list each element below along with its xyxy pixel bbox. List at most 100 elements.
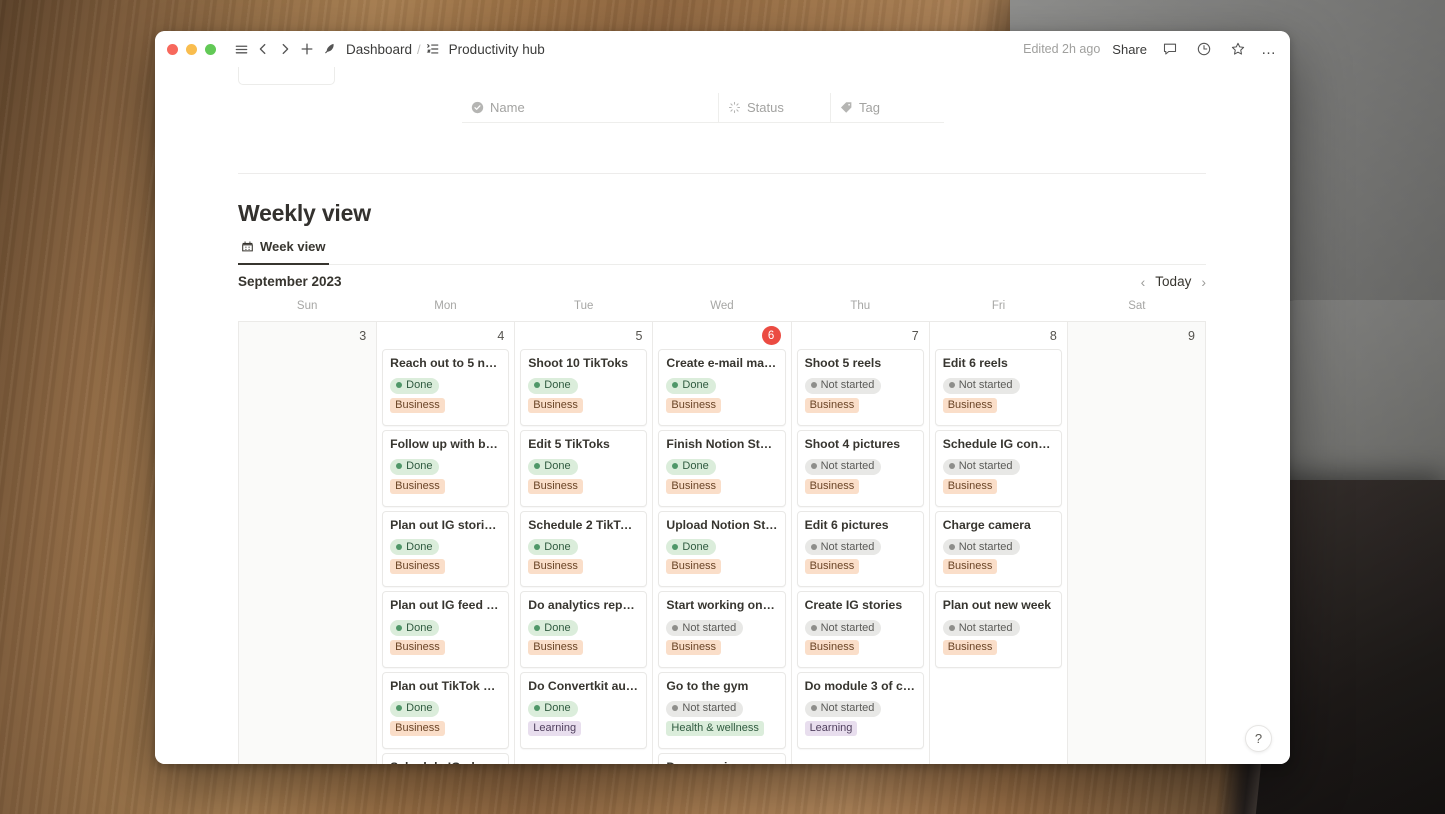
- task-title: Plan out TikTok co…: [390, 679, 502, 693]
- clock-icon[interactable]: [1193, 38, 1215, 60]
- task-card[interactable]: Plan out IG storie… Done Business: [382, 510, 510, 588]
- back-chevron-left-icon[interactable]: [252, 38, 274, 60]
- calendar-day-column-mon[interactable]: 4 Reach out to 5 ne… Done Business Follow up…: [377, 322, 516, 764]
- star-icon[interactable]: [1227, 38, 1249, 60]
- status-label: Done: [406, 379, 433, 392]
- status-dot-icon: [534, 705, 541, 712]
- column-header-name-label: Name: [490, 100, 525, 115]
- task-card[interactable]: Shoot 4 pictures Not started Business: [796, 429, 924, 507]
- task-card[interactable]: Shoot 5 reels Not started Business: [796, 349, 924, 426]
- status-label: Not started: [820, 621, 875, 634]
- task-card-list: Create e-mail mar… Done Business Finish Not…: [653, 349, 790, 764]
- task-card-list: Shoot 10 TikToks Done Business Edit 5 TikTo…: [515, 349, 652, 749]
- page-content: Name Status Tag Weekly view Week view Se…: [155, 67, 1290, 764]
- status-badge: Done: [390, 620, 440, 636]
- task-card[interactable]: Create IG stories Not started Business: [796, 591, 924, 668]
- calendar-day-column-tue[interactable]: 5 Shoot 10 TikToks Done Business Edit 5 TikT…: [515, 322, 654, 764]
- calendar-day-column-thu[interactable]: 7 Shoot 5 reels Not started Business Shoot 4…: [791, 322, 930, 764]
- tab-week-view[interactable]: Week view: [238, 239, 329, 265]
- status-dot-icon: [396, 543, 403, 550]
- task-title: Plan out IG feed c…: [390, 598, 502, 613]
- column-header-name[interactable]: Name: [462, 93, 719, 122]
- status-label: Done: [406, 621, 433, 634]
- share-button[interactable]: Share: [1112, 42, 1147, 57]
- previous-week-button[interactable]: ‹: [1141, 275, 1146, 289]
- feather-icon[interactable]: [318, 38, 340, 60]
- tag-badge: Business: [666, 478, 722, 494]
- column-header-tag[interactable]: Tag: [831, 93, 944, 122]
- task-card[interactable]: Edit 6 reels Not started Business: [934, 349, 1062, 426]
- status-badge: Done: [666, 539, 716, 556]
- maximize-window-button[interactable]: [205, 43, 216, 55]
- status-label: Done: [682, 540, 709, 553]
- status-badge: Done: [666, 458, 716, 475]
- help-button[interactable]: ?: [1245, 725, 1272, 752]
- status-label: Done: [406, 540, 433, 553]
- status-badge: Done: [528, 539, 578, 556]
- task-card[interactable]: Schedule 2 TikToks Done Business: [520, 510, 648, 588]
- status-dot-icon: [672, 382, 679, 389]
- task-card[interactable]: Do groceriesNot startedHousehold: [658, 752, 786, 764]
- task-card[interactable]: Reach out to 5 ne… Done Business: [382, 349, 510, 426]
- tag-badge: Business: [804, 478, 860, 494]
- tag-badge: Business: [942, 478, 998, 494]
- day-number: 7: [911, 328, 919, 343]
- next-week-button[interactable]: ›: [1201, 275, 1206, 289]
- task-card[interactable]: Edit 5 TikToks Done Business: [520, 429, 648, 507]
- plus-icon[interactable]: [296, 38, 318, 60]
- calendar-week-grid: 3 4 Reach out to 5 ne… Done Business Follow u…: [238, 321, 1206, 764]
- task-card[interactable]: Go to the gym Not started Health & wellnes…: [658, 672, 786, 749]
- task-card[interactable]: Upload Notion Sta… Done Business: [658, 510, 786, 588]
- forward-chevron-right-icon[interactable]: [274, 38, 296, 60]
- task-title: Do module 3 of co…: [804, 679, 916, 693]
- task-title: Do Convertkit aut…: [528, 679, 640, 693]
- tag-row: Business: [390, 640, 501, 660]
- hamburger-icon[interactable]: [230, 38, 252, 60]
- day-of-week-thu: Thu: [850, 300, 871, 312]
- more-horizontal-icon[interactable]: …: [1261, 42, 1277, 57]
- task-card[interactable]: Charge camera Not started Business: [934, 510, 1062, 588]
- status-badge: Not started: [666, 700, 744, 717]
- task-card[interactable]: Plan out new week Not started Business: [934, 591, 1062, 668]
- task-card[interactable]: Shoot 10 TikToks Done Business: [520, 349, 648, 426]
- traffic-lights: [167, 43, 216, 55]
- today-button[interactable]: Today: [1155, 274, 1191, 289]
- calendar-day-column-sat[interactable]: 9: [1067, 322, 1206, 764]
- section-divider: [238, 173, 1206, 174]
- comment-icon[interactable]: [1159, 38, 1181, 60]
- task-card[interactable]: Plan out TikTok co… Done Business: [382, 672, 510, 749]
- task-title: Plan out IG storie…: [390, 517, 502, 532]
- task-card[interactable]: Do module 3 of co… Not started Learning: [796, 672, 924, 749]
- calendar-day-column-wed[interactable]: 6 Create e-mail mar… Done Business Finish No…: [653, 322, 792, 764]
- task-card[interactable]: Start working on … Not started Business: [658, 591, 786, 668]
- task-card[interactable]: Edit 6 pictures Not started Business: [796, 510, 924, 588]
- task-card[interactable]: Create e-mail mar… Done Business: [658, 349, 786, 426]
- task-card[interactable]: Do analytics repor… Done Business: [520, 591, 648, 668]
- status-label: Done: [544, 379, 571, 392]
- status-label: Done: [682, 460, 709, 472]
- tag-badge: Business: [942, 559, 998, 575]
- desk-background: Dashboard / Productivity hub Edited 2h a…: [0, 0, 1445, 814]
- task-card[interactable]: Schedule IG phot…DoneBusiness: [382, 752, 510, 764]
- task-title: Plan out new week: [942, 598, 1052, 613]
- calendar-day-column-sun[interactable]: 3: [239, 322, 378, 764]
- tag-row: Business: [666, 640, 777, 660]
- tag-badge: Learning: [804, 720, 858, 736]
- task-card[interactable]: Finish Notion Star… Done Business: [658, 429, 786, 507]
- task-card[interactable]: Plan out IG feed c… Done Business: [382, 591, 510, 668]
- breadcrumb-root[interactable]: Dashboard: [346, 42, 412, 57]
- task-title: Upload Notion Sta…: [666, 517, 778, 532]
- tag-icon: [840, 101, 853, 114]
- column-header-status[interactable]: Status: [719, 93, 831, 122]
- close-window-button[interactable]: [167, 43, 178, 55]
- task-title: Edit 6 pictures: [804, 517, 889, 532]
- breadcrumb-page[interactable]: Productivity hub: [449, 42, 545, 57]
- task-card[interactable]: Do Convertkit aut… Done Learning: [520, 672, 648, 749]
- task-card[interactable]: Follow up with bra… Done Business: [382, 429, 510, 507]
- status-dot-icon: [534, 382, 541, 389]
- task-card[interactable]: Schedule IG conte… Not started Business: [934, 429, 1062, 507]
- calendar-day-column-fri[interactable]: 8 Edit 6 reels Not started Business Schedule…: [929, 322, 1068, 764]
- minimize-window-button[interactable]: [186, 43, 197, 55]
- task-title: Shoot 5 reels: [804, 356, 882, 370]
- task-title: Do analytics repor…: [528, 598, 640, 613]
